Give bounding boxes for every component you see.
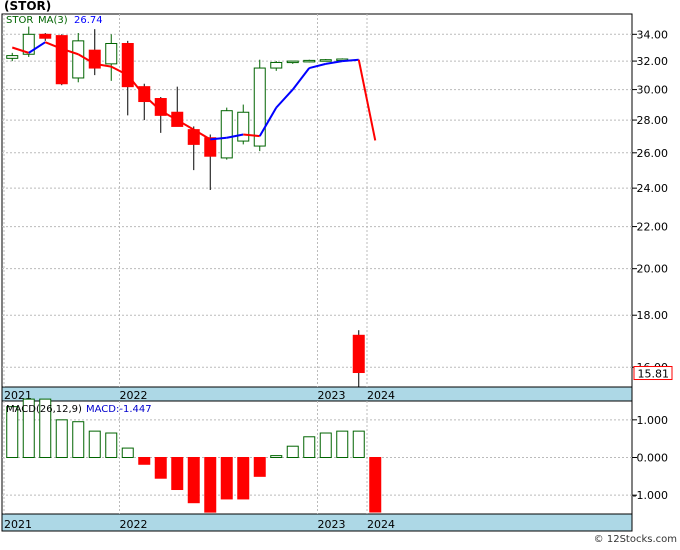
price-tick-label: 22.00	[637, 221, 669, 234]
macd-bar	[171, 457, 184, 491]
macd-year-label: 2022	[120, 518, 148, 531]
macd-bar	[336, 430, 349, 458]
candle-body	[105, 42, 118, 65]
macd-bar	[105, 432, 118, 458]
candle-body	[303, 59, 316, 63]
price-tick-label: 34.00	[637, 28, 669, 41]
chart-title: (STOR)	[4, 0, 51, 13]
candle-body	[237, 111, 250, 142]
macd-bar	[319, 432, 332, 458]
macd-bar	[204, 457, 217, 513]
macd-bar	[121, 447, 134, 459]
macd-bar	[253, 457, 266, 477]
price-tick-label: 32.00	[637, 55, 669, 68]
macd-bar	[220, 457, 233, 500]
chart-root: (STOR) © 12Stocks.com 16.0018.0020.0022.…	[0, 0, 680, 546]
price-tick-label: 30.00	[637, 84, 669, 97]
candle-body	[270, 61, 283, 69]
price-legend-ma-label: MA(3)	[38, 15, 68, 26]
last-price-label: 15.81	[638, 368, 670, 381]
price-tick-label: 20.00	[637, 263, 669, 276]
ma-line-segment	[342, 58, 359, 63]
macd-bar	[286, 445, 299, 459]
macd-year-label: 2023	[318, 518, 346, 531]
candle-body	[72, 40, 85, 79]
macd-bar	[187, 457, 200, 504]
macd-bar	[138, 457, 151, 465]
candle-body	[319, 59, 332, 62]
price-tick-label: 26.00	[637, 147, 669, 160]
price-year-label: 2022	[120, 389, 148, 402]
macd-bar	[55, 419, 68, 459]
macd-tick-label: 1.000	[637, 414, 669, 427]
macd-legend-value: MACD:-1.447	[86, 404, 152, 415]
macd-bar	[270, 455, 283, 459]
candle-body	[55, 35, 68, 85]
price-year-label: 2024	[367, 389, 395, 402]
footer-credit: © 12Stocks.com	[594, 534, 677, 545]
macd-bar	[72, 421, 85, 459]
price-legend-symbol: STOR	[6, 15, 33, 26]
macd-bar	[303, 436, 316, 458]
candle-body	[220, 110, 233, 159]
macd-bar	[154, 457, 167, 479]
macd-bar	[88, 430, 101, 458]
price-legend-ma-value: 26.74	[74, 15, 103, 26]
candle-body	[352, 334, 365, 374]
price-tick-label: 18.00	[637, 309, 669, 322]
macd-tick-label: 0.000	[637, 452, 669, 465]
candle-body	[204, 137, 217, 157]
macd-year-label: 2024	[367, 518, 395, 531]
macd-legend-label: MACD(26,12,9)	[6, 404, 82, 415]
price-tick-label: 28.00	[637, 114, 669, 127]
macd-tick-label: -1.000	[633, 489, 668, 502]
price-tick-label: 24.00	[637, 182, 669, 195]
macd-year-label: 2021	[4, 518, 32, 531]
macd-bar	[369, 457, 382, 513]
macd-bar	[237, 457, 250, 500]
candle-body	[6, 55, 19, 59]
price-year-label: 2023	[318, 389, 346, 402]
candle-body	[286, 60, 299, 64]
macd-bar	[352, 430, 365, 458]
candle-body	[39, 33, 52, 39]
chart-svg: (STOR) © 12Stocks.com 16.0018.0020.0022.…	[1, 0, 677, 545]
